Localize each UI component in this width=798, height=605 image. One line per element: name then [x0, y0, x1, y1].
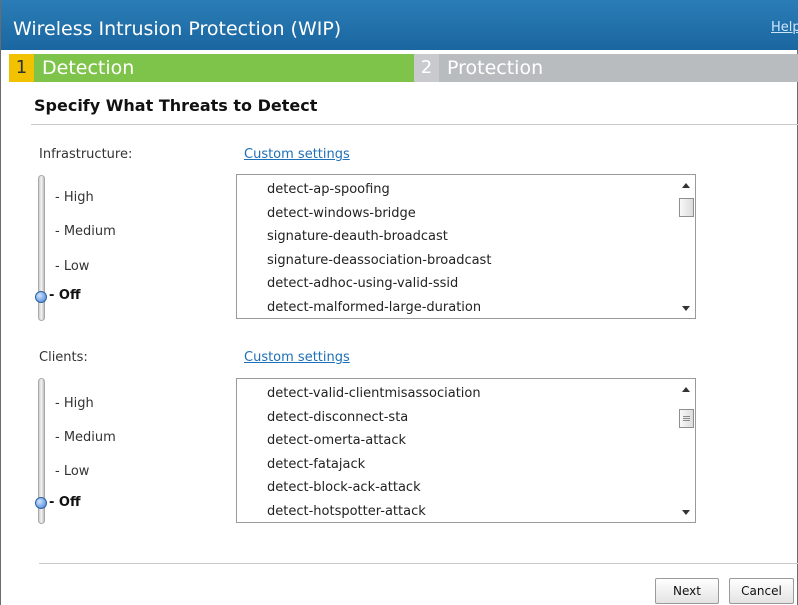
scroll-down-icon[interactable] [682, 306, 690, 311]
list-item[interactable]: detect-fatajack [267, 453, 481, 477]
list-item[interactable]: detect-windows-bridge [267, 202, 491, 226]
help-link[interactable]: Help [771, 20, 798, 35]
list-item[interactable]: detect-valid-clientmisassociation [267, 382, 481, 406]
slider-knob[interactable] [35, 291, 47, 303]
list-item[interactable]: signature-deassociation-broadcast [267, 249, 491, 273]
level-low[interactable]: - Low [55, 259, 89, 274]
list-item[interactable]: detect-disconnect-sta [267, 406, 481, 430]
level-high[interactable]: - High [55, 190, 94, 205]
level-low[interactable]: - Low [55, 464, 89, 479]
clients-label: Clients: [39, 350, 88, 365]
scroll-thumb[interactable] [679, 409, 694, 428]
step-label: Protection [447, 57, 544, 79]
level-high[interactable]: - High [55, 396, 94, 411]
level-off[interactable]: - Off [49, 495, 81, 510]
section-title: Specify What Threats to Detect [34, 96, 318, 115]
step-label: Detection [42, 57, 135, 79]
scroll-up-icon[interactable] [682, 387, 690, 392]
scrollbar[interactable] [677, 175, 695, 318]
level-medium[interactable]: - Medium [55, 430, 116, 445]
grip-icon [683, 416, 690, 417]
list-item[interactable]: detect-malformed-large-duration [267, 296, 491, 320]
title-bar: Wireless Intrusion Protection (WIP) Help [1, 0, 798, 50]
step-number: 2 [414, 54, 439, 82]
scrollbar[interactable] [677, 379, 695, 522]
list-item[interactable]: detect-omerta-attack [267, 429, 481, 453]
next-button[interactable]: Next [655, 578, 719, 604]
wizard-steps: 1 Detection 2 Protection [9, 54, 798, 82]
infrastructure-label: Infrastructure: [39, 147, 133, 162]
list-item[interactable]: signature-deauth-broadcast [267, 225, 491, 249]
divider [31, 124, 798, 125]
cancel-button[interactable]: Cancel [729, 578, 794, 604]
scroll-thumb[interactable] [679, 198, 694, 217]
list-item[interactable]: detect-adhoc-using-valid-ssid [267, 272, 491, 296]
scroll-up-icon[interactable] [682, 183, 690, 188]
window-title: Wireless Intrusion Protection (WIP) [13, 18, 342, 40]
slider-knob[interactable] [35, 497, 47, 509]
divider [39, 563, 798, 564]
infrastructure-threat-list[interactable]: detect-ap-spoofing detect-windows-bridge… [236, 174, 696, 319]
scroll-down-icon[interactable] [682, 510, 690, 515]
clients-threat-list[interactable]: detect-valid-clientmisassociation detect… [236, 378, 696, 523]
wizard-window: Wireless Intrusion Protection (WIP) Help… [0, 0, 798, 605]
step-number: 1 [9, 54, 34, 82]
infrastructure-custom-settings-link[interactable]: Custom settings [244, 147, 350, 162]
level-off[interactable]: - Off [49, 288, 81, 303]
level-medium[interactable]: - Medium [55, 224, 116, 239]
step-protection[interactable]: 2 Protection [414, 54, 798, 82]
grip-icon [683, 420, 690, 421]
list-item[interactable]: detect-block-ack-attack [267, 476, 481, 500]
list-item[interactable]: detect-hotspotter-attack [267, 500, 481, 524]
clients-custom-settings-link[interactable]: Custom settings [244, 350, 350, 365]
step-detection[interactable]: 1 Detection [9, 54, 414, 82]
grip-icon [683, 418, 690, 419]
list-item[interactable]: detect-ap-spoofing [267, 178, 491, 202]
